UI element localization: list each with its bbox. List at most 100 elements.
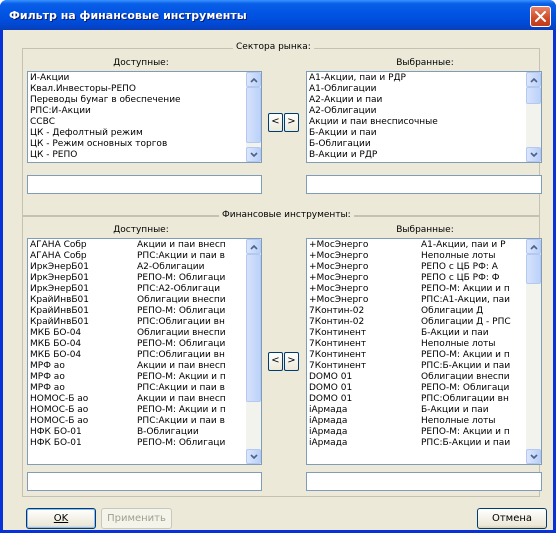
- scroll-up-button[interactable]: [246, 72, 261, 87]
- scroll-down-button[interactable]: [526, 449, 541, 464]
- apply-button[interactable]: Применить: [101, 508, 172, 529]
- instruments-available-list[interactable]: АГАНА Собр Акции и паи внесп АГАНА Собр РПС…: [27, 238, 262, 465]
- scroll-up-button[interactable]: [526, 72, 541, 87]
- table-row[interactable]: DOMO 01 Облигации внеспи: [309, 372, 525, 383]
- list-item[interactable]: Б-Облигации: [309, 139, 525, 150]
- list-item[interactable]: А2-Облигации: [309, 106, 525, 117]
- instruments-selected-filter-input[interactable]: [306, 472, 542, 491]
- list-item[interactable]: Переводы бумаг в обеспечение: [30, 95, 245, 106]
- table-row[interactable]: МКБ БО-04 РЕПО-М: Облигаци: [30, 339, 245, 350]
- table-row[interactable]: iАрмада Б-Акции и паи: [309, 405, 525, 416]
- market-move-right-button[interactable]: >: [284, 113, 299, 132]
- table-row[interactable]: 7Континент Неполные лоты: [309, 339, 525, 350]
- instrument-name: НОМОС-Б ао: [30, 405, 89, 415]
- list-item[interactable]: Акции и паи внесписочные: [309, 117, 525, 128]
- table-row[interactable]: DOMO 01 РЕПО-М: Облигаци: [309, 383, 525, 394]
- market-available-list[interactable]: И-Акции Квал.Инвесторы-РЕПО Переводы бумаг…: [27, 71, 262, 163]
- scroll-thumb[interactable]: [246, 254, 261, 402]
- table-row[interactable]: +МосЭнерго РЕПО с ЦБ РФ: Ф: [309, 273, 525, 284]
- instrument-name: АГАНА Собр: [30, 251, 87, 261]
- list-item[interactable]: ЦК - РЕПО: [30, 150, 245, 161]
- table-row[interactable]: iАрмада Неполные лоты: [309, 416, 525, 427]
- table-row[interactable]: НОМОС-Б ао РЕПО-М: Акции и п: [30, 405, 245, 416]
- scroll-up-button[interactable]: [246, 239, 261, 254]
- table-row[interactable]: НОМОС-Б ао Акции и паи внесп: [30, 394, 245, 405]
- list-item[interactable]: А1-Облигации: [309, 84, 525, 95]
- list-item[interactable]: Б-Акции и паи: [309, 128, 525, 139]
- scroll-thumb[interactable]: [246, 87, 261, 143]
- table-row[interactable]: 7Континент РЕПО-М: Акции и п: [309, 350, 525, 361]
- market-move-left-button[interactable]: <: [268, 113, 283, 132]
- table-row[interactable]: ИркЭнерБ01 РЕПО-М: Облигаци: [30, 273, 245, 284]
- instrument-sector: РПС:Б-Акции и паи: [421, 438, 511, 448]
- close-button[interactable]: [530, 6, 551, 27]
- instruments-selected-list[interactable]: +МосЭнерго А1-Акции, паи и Р +МосЭнерго Неп…: [306, 238, 542, 465]
- list-item[interactable]: ЦК - Дефолтный режим: [30, 128, 245, 139]
- table-row[interactable]: 7Контин-02 Облигации Д - РПС: [309, 317, 525, 328]
- list-item[interactable]: Квал.Инвесторы-РЕПО: [30, 84, 245, 95]
- table-row[interactable]: МКБ БО-04 РПС:Облигации вн: [30, 350, 245, 361]
- scroll-down-button[interactable]: [246, 449, 261, 464]
- table-row[interactable]: АГАНА Собр Акции и паи внесп: [30, 240, 245, 251]
- table-row[interactable]: ИркЭнерБ01 А2-Облигации: [30, 262, 245, 273]
- market-selected-list[interactable]: А1-Акции, паи и РДР А1-Облигации А2-Акции …: [306, 71, 542, 163]
- table-row[interactable]: НФК БО-01 В-Облигации: [30, 427, 245, 438]
- list-item[interactable]: А1-Акции, паи и РДР: [309, 73, 525, 84]
- instrument-name: МРФ ао: [30, 361, 65, 371]
- market-available-filter-input[interactable]: [27, 175, 262, 194]
- table-row[interactable]: КрайИнвБ01 РЕПО-М: Облигаци: [30, 306, 245, 317]
- market-selected-scrollbar[interactable]: [526, 72, 541, 162]
- chevron-up-icon: [250, 77, 258, 83]
- scroll-thumb[interactable]: [526, 87, 541, 104]
- market-available-scrollbar[interactable]: [246, 72, 261, 162]
- table-row[interactable]: iАрмада РПС:Б-Акции и паи: [309, 438, 525, 449]
- close-icon: [535, 11, 546, 22]
- scroll-thumb[interactable]: [526, 254, 541, 284]
- chevron-down-icon: [530, 454, 538, 460]
- table-row[interactable]: 7Континент Б-Акции и паи: [309, 328, 525, 339]
- table-row[interactable]: +МосЭнерго РПС:А1-Акции, паи: [309, 295, 525, 306]
- table-row[interactable]: МКБ БО-04 Облигации внеспи: [30, 328, 245, 339]
- table-row[interactable]: +МосЭнерго А1-Акции, паи и Р: [309, 240, 525, 251]
- table-row[interactable]: АГАНА Собр РПС:Акции и паи в: [30, 251, 245, 262]
- instrument-name: 7Контин-02: [309, 306, 365, 316]
- table-row[interactable]: +МосЭнерго РЕПО с ЦБ РФ: А: [309, 262, 525, 273]
- table-row[interactable]: DOMO 01 РПС:Облигации вн: [309, 394, 525, 405]
- table-row[interactable]: МРФ ао Акции и паи внесп: [30, 361, 245, 372]
- scroll-down-button[interactable]: [246, 147, 261, 162]
- list-item[interactable]: ССВС: [30, 117, 245, 128]
- table-row[interactable]: НФК БО-01 РЕПО-М: Облигаци: [30, 438, 245, 449]
- table-row[interactable]: МРФ ао РЕПО-М: Акции и п: [30, 372, 245, 383]
- list-item[interactable]: РПС:И-Акции: [30, 106, 245, 117]
- list-item[interactable]: А2-Акции и паи: [309, 95, 525, 106]
- table-row[interactable]: МРФ ао РПС:Акции и паи в: [30, 383, 245, 394]
- instrument-sector: РПС:Б-Акции и паи: [421, 361, 511, 371]
- table-row[interactable]: КрайИнвБ01 Облигации внеспи: [30, 295, 245, 306]
- scroll-up-button[interactable]: [526, 239, 541, 254]
- instruments-move-left-button[interactable]: <: [268, 352, 283, 371]
- table-row[interactable]: НОМОС-Б ао РПС:Акции и паи в: [30, 416, 245, 427]
- market-selected-filter-input[interactable]: [306, 175, 542, 194]
- instruments-move-right-button[interactable]: >: [284, 352, 299, 371]
- list-item[interactable]: ЦК - Режим основных торгов: [30, 139, 245, 150]
- cancel-button[interactable]: Отмена: [477, 508, 547, 529]
- table-row[interactable]: КрайИнвБ01 РПС:Облигации вн: [30, 317, 245, 328]
- instrument-name: МКБ БО-04: [30, 328, 82, 338]
- scroll-down-button[interactable]: [526, 147, 541, 162]
- instruments-available-scrollbar[interactable]: [246, 239, 261, 464]
- table-row[interactable]: +МосЭнерго РЕПО-М: Акции и п: [309, 284, 525, 295]
- table-row[interactable]: ИркЭнерБ01 РПС:А2-Облигаци: [30, 284, 245, 295]
- table-row[interactable]: iАрмада РЕПО-М: Акции и п: [309, 427, 525, 438]
- instrument-sector: Облигации внеспи: [137, 328, 226, 338]
- list-item[interactable]: И-Акции: [30, 73, 245, 84]
- table-row[interactable]: +МосЭнерго Неполные лоты: [309, 251, 525, 262]
- instruments-available-filter-input[interactable]: [27, 472, 262, 491]
- table-row[interactable]: 7Контин-02 Облигации Д: [309, 306, 525, 317]
- ok-button[interactable]: OK: [26, 508, 96, 529]
- instrument-name: НФК БО-01: [30, 427, 82, 437]
- instrument-sector: РПС:Облигации вн: [137, 317, 225, 327]
- instruments-selected-scrollbar[interactable]: [526, 239, 541, 464]
- table-row[interactable]: 7Континент РПС:Б-Акции и паи: [309, 361, 525, 372]
- title-bar[interactable]: Фильтр на финансовые инструменты: [0, 0, 556, 30]
- list-item[interactable]: В-Акции и РДР: [309, 150, 525, 161]
